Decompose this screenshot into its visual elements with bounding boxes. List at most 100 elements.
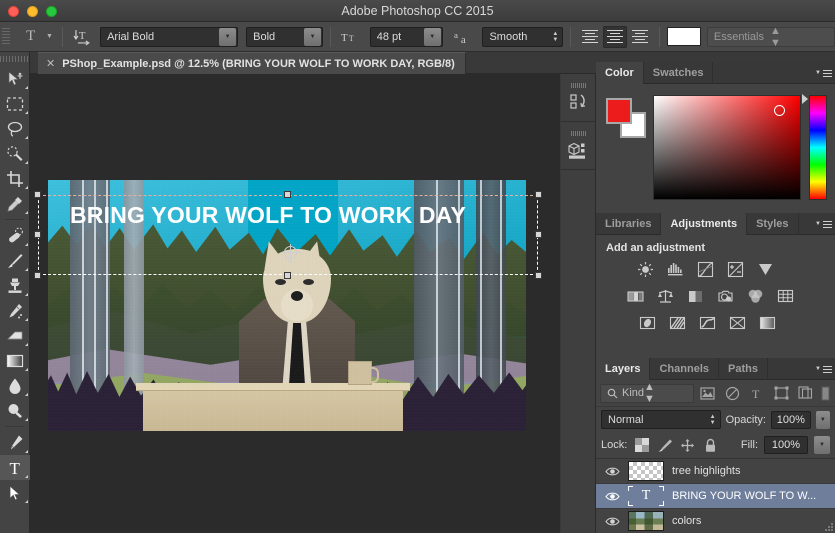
properties-3d-panel-icon[interactable] [561, 122, 596, 170]
opacity-slider-caret[interactable] [816, 411, 830, 429]
levels-icon[interactable] [666, 260, 685, 279]
crop-tool[interactable] [0, 166, 30, 191]
gradient-tool[interactable] [0, 348, 30, 373]
move-tool[interactable] [0, 66, 30, 91]
filter-smart-object-icon[interactable] [795, 383, 818, 403]
clone-stamp-tool[interactable] [0, 273, 30, 298]
tab-channels[interactable]: Channels [650, 358, 719, 380]
panel-resize-grip[interactable] [825, 523, 834, 532]
workspace-select[interactable]: Essentials ▲▼ [707, 27, 835, 47]
layer-visibility-toggle[interactable] [596, 516, 628, 527]
type-tool-icon[interactable]: T [18, 26, 44, 48]
fill-slider-caret[interactable] [814, 436, 830, 454]
bbox-handle-top-left[interactable] [34, 191, 41, 198]
hue-saturation-icon[interactable] [626, 287, 645, 306]
gradient-map-icon[interactable] [758, 314, 777, 333]
path-selection-tool[interactable] [0, 480, 30, 505]
document-tab[interactable]: ✕ PShop_Example.psd @ 12.5% (BRING YOUR … [38, 52, 466, 74]
layer-name[interactable]: tree highlights [672, 465, 741, 477]
tab-color[interactable]: Color [596, 62, 644, 84]
pen-tool[interactable] [0, 430, 30, 455]
invert-icon[interactable] [638, 314, 657, 333]
color-lookup-icon[interactable] [776, 287, 795, 306]
foreground-color-swatch[interactable] [606, 98, 632, 124]
options-bar-grip[interactable] [2, 28, 10, 46]
lock-all-icon[interactable] [702, 437, 719, 454]
bbox-handle-middle-left[interactable] [34, 231, 41, 238]
layer-row-tree-highlights[interactable]: tree highlights [596, 459, 835, 484]
dodge-tool[interactable] [0, 398, 30, 423]
tab-paths[interactable]: Paths [719, 358, 768, 380]
layer-row-colors[interactable]: colors [596, 509, 835, 533]
selective-color-icon[interactable] [728, 314, 747, 333]
layer-filter-kind-select[interactable]: Kind ▲▼ [600, 384, 694, 403]
tab-libraries[interactable]: Libraries [596, 213, 661, 235]
fill-input[interactable]: 100% [764, 436, 808, 454]
stepper-icon[interactable]: ▲▼ [644, 381, 655, 405]
blend-mode-select[interactable]: Normal ▲▼ [601, 410, 721, 429]
color-spectrum-field[interactable] [653, 95, 801, 200]
eraser-tool[interactable] [0, 323, 30, 348]
document-artwork[interactable]: BRING YOUR WOLF TO WORK DAY [48, 180, 526, 431]
tab-layers[interactable]: Layers [596, 358, 650, 380]
color-balance-icon[interactable] [656, 287, 675, 306]
chevron-down-icon[interactable] [424, 28, 441, 46]
opacity-input[interactable]: 100% [771, 411, 811, 429]
stepper-icon[interactable]: ▲▼ [548, 31, 562, 43]
lasso-tool[interactable] [0, 116, 30, 141]
toggle-text-orientation-icon[interactable]: T [70, 26, 94, 48]
align-center-button[interactable] [603, 26, 627, 48]
lock-position-icon[interactable] [679, 437, 696, 454]
black-white-icon[interactable] [686, 287, 705, 306]
lock-image-pixels-icon[interactable] [656, 437, 673, 454]
brightness-contrast-icon[interactable] [636, 260, 655, 279]
hue-slider[interactable] [809, 95, 827, 200]
history-panel-icon[interactable] [561, 74, 596, 122]
vibrance-icon[interactable] [756, 260, 775, 279]
stepper-icon[interactable]: ▲▼ [770, 25, 781, 49]
bbox-handle-middle-right[interactable] [535, 231, 542, 238]
layer-thumbnail[interactable] [628, 461, 664, 481]
threshold-icon[interactable] [698, 314, 717, 333]
history-brush-tool[interactable] [0, 298, 30, 323]
blur-tool[interactable] [0, 373, 30, 398]
layer-name[interactable]: colors [672, 515, 701, 527]
font-size-select[interactable]: 48 pt [370, 27, 443, 47]
horizontal-type-tool[interactable]: T [0, 455, 30, 480]
curves-icon[interactable] [696, 260, 715, 279]
bbox-handle-bottom-left[interactable] [34, 272, 41, 279]
panel-menu-icon[interactable]: ▼ [815, 217, 831, 231]
exposure-icon[interactable] [726, 260, 745, 279]
panel-menu-icon[interactable]: ▼ [815, 66, 831, 80]
lock-transparent-pixels-icon[interactable] [633, 437, 650, 454]
canvas-area[interactable]: BRING YOUR WOLF TO WORK DAY [30, 74, 560, 533]
tab-styles[interactable]: Styles [747, 213, 798, 235]
channel-mixer-icon[interactable] [746, 287, 765, 306]
filter-type-icon[interactable]: T [745, 383, 768, 403]
tab-adjustments[interactable]: Adjustments [661, 213, 747, 235]
bbox-handle-top-right[interactable] [535, 191, 542, 198]
filter-pixel-icon[interactable] [696, 383, 719, 403]
anti-aliasing-select[interactable]: Smooth ▲▼ [482, 27, 563, 47]
chevron-down-icon[interactable] [304, 28, 321, 46]
spot-healing-brush-tool[interactable] [0, 223, 30, 248]
align-left-button[interactable] [578, 26, 602, 48]
layer-row-text[interactable]: T BRING YOUR WOLF TO W... [596, 484, 835, 509]
stepper-icon[interactable]: ▲▼ [706, 414, 720, 426]
eyedropper-tool[interactable] [0, 191, 30, 216]
text-color-swatch[interactable] [667, 27, 701, 46]
layer-visibility-toggle[interactable] [596, 466, 628, 477]
chevron-down-icon[interactable]: ▼ [44, 26, 56, 48]
quick-selection-tool[interactable] [0, 141, 30, 166]
font-style-select[interactable]: Bold [246, 27, 323, 47]
rectangular-marquee-tool[interactable] [0, 91, 30, 116]
filter-adjustment-icon[interactable] [721, 383, 744, 403]
filter-toggle[interactable] [819, 383, 831, 403]
panel-menu-icon[interactable]: ▼ [815, 362, 831, 376]
chevron-down-icon[interactable] [219, 28, 236, 46]
photo-filter-icon[interactable] [716, 287, 735, 306]
brush-tool[interactable] [0, 248, 30, 273]
bbox-handle-bottom-right[interactable] [535, 272, 542, 279]
layer-thumbnail[interactable]: T [628, 486, 664, 506]
align-right-button[interactable] [628, 26, 652, 48]
